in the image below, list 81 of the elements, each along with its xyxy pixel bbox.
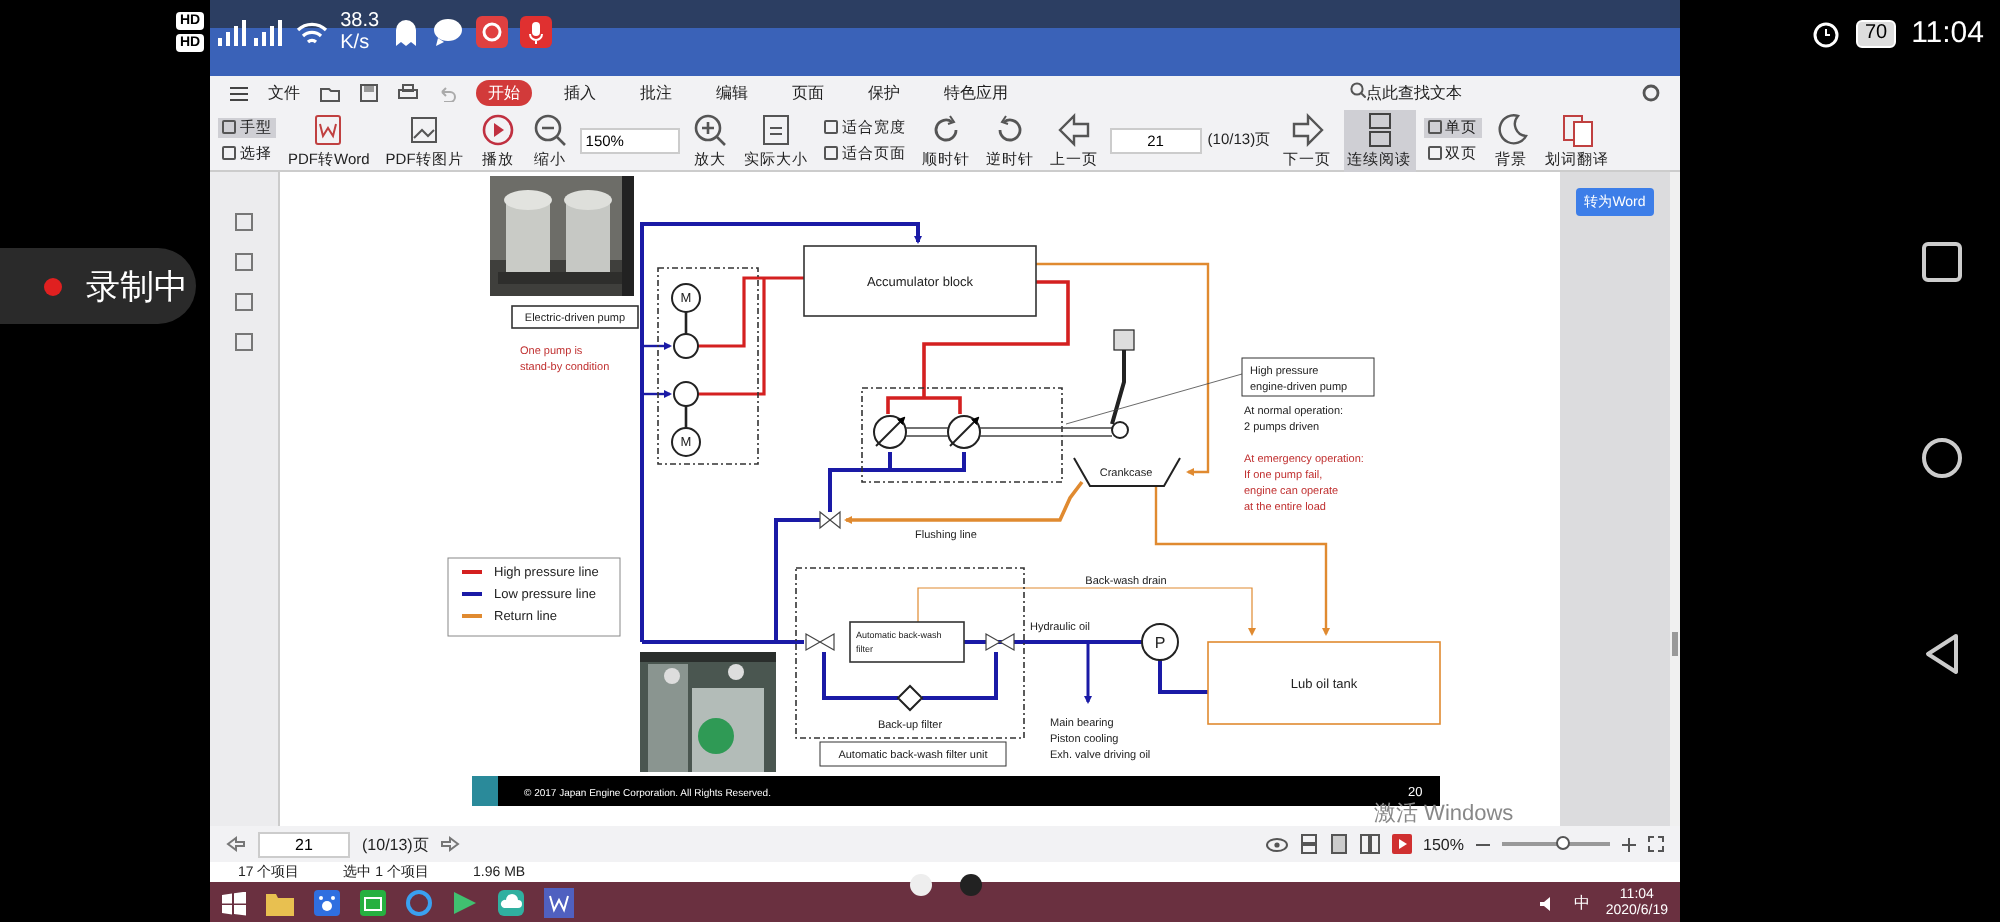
- input-method[interactable]: 中: [1573, 892, 1590, 914]
- clock-time: 11:04: [1911, 16, 1984, 50]
- right-arrow-icon: [440, 836, 461, 852]
- pump-symbol: [673, 381, 699, 407]
- moon-icon: [1493, 111, 1530, 147]
- wifi-icon: [296, 19, 329, 45]
- valve-symbol: [819, 510, 841, 530]
- menu-tab[interactable]: 特色应用: [932, 80, 1020, 106]
- eye-icon: [1265, 837, 1288, 851]
- play-icon: [1391, 834, 1412, 854]
- page-icon: [757, 111, 794, 147]
- back-button[interactable]: [1920, 632, 1964, 676]
- word-document-icon: [310, 111, 347, 147]
- page-icon: [234, 332, 254, 352]
- menu-tab[interactable]: 页面: [780, 80, 836, 106]
- pump-symbol: P: [1141, 623, 1179, 661]
- windows-logo-icon: [222, 891, 246, 915]
- chat-bubble-icon: [431, 18, 464, 46]
- play-icon: [479, 111, 516, 147]
- page-icon: [234, 252, 254, 272]
- document-icon: [544, 888, 574, 918]
- filter-box: [849, 621, 965, 663]
- printer-icon: [398, 84, 418, 102]
- variable-pump-symbol: [947, 415, 981, 449]
- microphone-icon: [519, 16, 552, 48]
- home-button[interactable]: [1920, 436, 1964, 480]
- fullscreen-icon: [1648, 836, 1664, 852]
- paw-icon: [314, 890, 340, 916]
- slider-thumb[interactable]: [1555, 836, 1570, 850]
- alarm-clock-icon: [1812, 19, 1841, 47]
- ghost-icon: [391, 16, 420, 48]
- menu-tab[interactable]: 编辑: [704, 80, 760, 106]
- left-arrow-icon: [1055, 111, 1092, 147]
- page-field[interactable]: 21: [258, 831, 350, 857]
- logo-mark: [472, 776, 498, 806]
- left-arrow-icon: [226, 836, 246, 852]
- menu-tab[interactable]: 插入: [552, 80, 608, 106]
- pump-symbol: [673, 333, 699, 359]
- file-menu[interactable]: 文件: [268, 82, 300, 104]
- right-arrow-icon: [1289, 111, 1326, 147]
- crankcase-outline: [1073, 457, 1181, 487]
- menu-tab[interactable]: 批注: [628, 80, 684, 106]
- network-speed: 38.3: [340, 10, 380, 32]
- two-pages-icon: [1299, 834, 1318, 854]
- undo-icon: [438, 85, 456, 101]
- callout-box: [1241, 357, 1375, 397]
- save-icon: [360, 84, 378, 102]
- page-count: (10/13)页: [362, 833, 429, 855]
- speed-unit: K/s: [340, 32, 372, 54]
- battery-level: 70: [1856, 19, 1896, 47]
- crank-drawing: [1110, 329, 1135, 439]
- high-pressure-line: [696, 276, 806, 396]
- zoom-level: 150%: [1423, 835, 1464, 853]
- play-icon: [452, 890, 478, 916]
- activation-notice: 激活 Windows: [1374, 800, 1514, 828]
- page-icon: [1329, 834, 1348, 854]
- filter-symbol: [896, 684, 924, 712]
- tv-icon: [360, 890, 386, 916]
- folder-icon: [320, 85, 340, 101]
- recording-indicator[interactable]: 录制中: [0, 248, 196, 324]
- search-icon: [1350, 82, 1366, 98]
- menu-tab[interactable]: 开始: [476, 80, 532, 106]
- scrollbar-thumb[interactable]: [1672, 632, 1678, 656]
- search-link[interactable]: 点此查找文本: [1366, 84, 1462, 102]
- menu-icon: [230, 85, 248, 101]
- caption-box: [511, 305, 639, 329]
- signal-icon: [216, 18, 285, 46]
- valve-symbol: [805, 632, 835, 652]
- zoom-out-icon: [531, 111, 568, 147]
- zoom-in-icon: [691, 111, 728, 147]
- menu-tab[interactable]: 保护: [856, 80, 912, 106]
- valve-symbol: [985, 632, 1015, 652]
- plus-icon: [1622, 837, 1636, 851]
- document-icon: [1559, 111, 1596, 147]
- shaft-line: [684, 310, 688, 430]
- folder-icon: [266, 891, 294, 915]
- variable-pump-symbol: [873, 415, 907, 449]
- app-icon: [475, 16, 508, 48]
- book-icon: [1359, 834, 1380, 854]
- cloud-icon: [498, 890, 524, 916]
- recent-apps-button[interactable]: [1920, 240, 1964, 284]
